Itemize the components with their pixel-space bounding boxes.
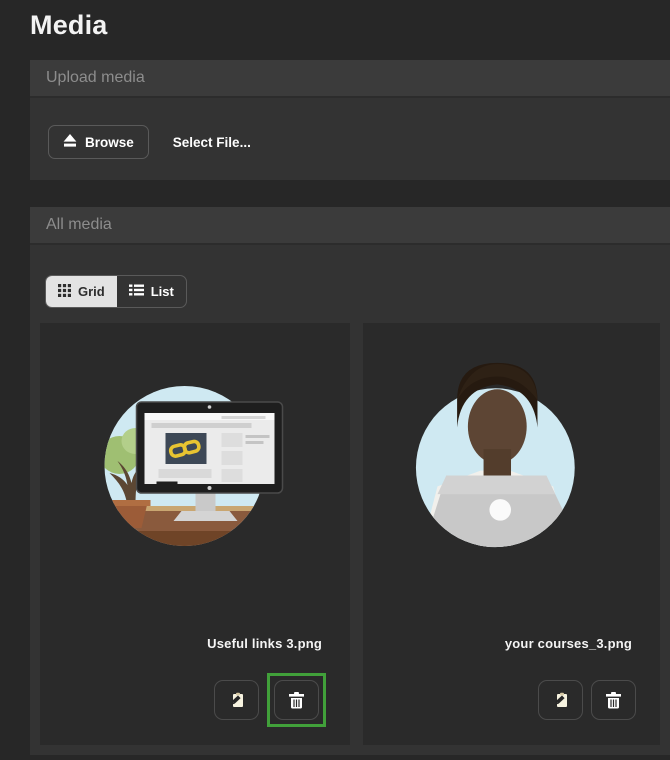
upload-panel-body: Browse Select File... — [30, 98, 670, 159]
grid-view-button[interactable]: Grid — [46, 276, 117, 307]
copy-media-button[interactable] — [538, 680, 583, 720]
delete-media-button[interactable] — [591, 680, 636, 720]
upload-icon — [63, 134, 77, 150]
media-card-actions — [214, 673, 326, 727]
media-thumbnail-monitor-link — [40, 323, 350, 583]
media-card-useful-links[interactable]: Useful links 3.png — [40, 323, 350, 745]
page-title: Media — [30, 10, 108, 40]
media-grid: Useful links 3.png your courses_3.png — [40, 323, 660, 745]
all-media-panel: All media Grid List Useful links 3.png y… — [30, 207, 670, 755]
upload-panel-header: Upload media — [30, 60, 670, 98]
delete-media-button[interactable] — [274, 680, 319, 720]
delete-highlight-box — [267, 673, 326, 727]
select-file-label: Select File... — [172, 134, 251, 150]
upload-panel-title: Upload media — [46, 69, 145, 86]
clipboard-icon — [552, 691, 570, 709]
media-card-your-courses[interactable]: your courses_3.png — [363, 323, 660, 745]
media-filename: your courses_3.png — [504, 636, 632, 651]
media-filename: Useful links 3.png — [207, 636, 322, 651]
media-card-actions — [538, 673, 636, 727]
grid-icon — [58, 283, 71, 300]
all-media-panel-body: Grid List Useful links 3.png your course… — [30, 245, 670, 745]
upload-media-panel: Upload media Browse Select File... — [30, 60, 670, 180]
trash-icon — [289, 691, 304, 709]
list-view-label: List — [150, 284, 174, 299]
browse-button[interactable]: Browse — [48, 125, 149, 159]
browse-button-label: Browse — [85, 134, 134, 150]
clipboard-icon — [228, 691, 246, 709]
list-icon — [128, 284, 144, 299]
copy-media-button[interactable] — [214, 680, 259, 720]
trash-icon — [606, 691, 621, 709]
view-toggle: Grid List — [45, 275, 187, 308]
all-media-panel-title: All media — [46, 216, 112, 233]
grid-view-label: Grid — [78, 284, 105, 299]
media-thumbnail-person-laptop — [363, 323, 660, 583]
all-media-panel-header: All media — [30, 207, 670, 245]
list-view-button[interactable]: List — [117, 276, 186, 307]
